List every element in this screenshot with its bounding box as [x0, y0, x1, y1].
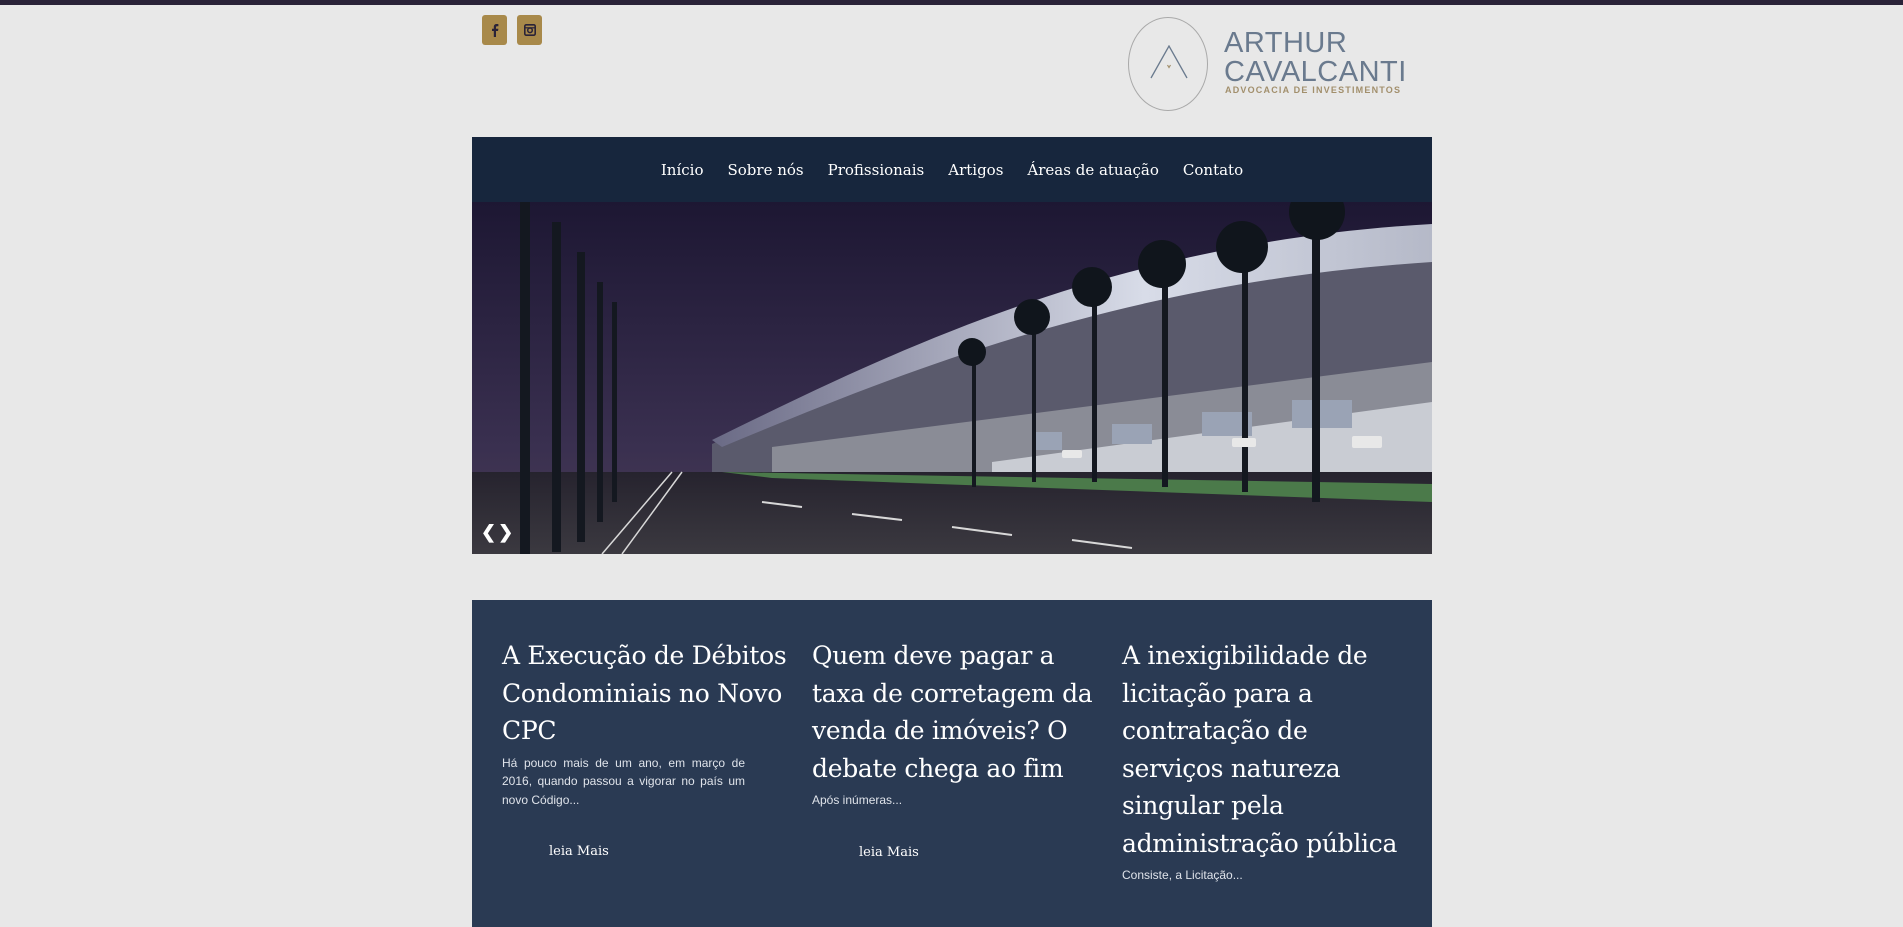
main-nav: Início Sobre nós Profissionais Artigos Á…	[472, 137, 1432, 202]
facebook-button[interactable]	[482, 15, 507, 45]
articles-section: A Execução de Débitos Condominiais no No…	[472, 600, 1432, 927]
hero-controls: ❮ ❯	[481, 523, 513, 541]
article-excerpt: Há pouco mais de um ano, em março de 201…	[502, 755, 745, 807]
nav-item-contato[interactable]: Contato	[1183, 161, 1243, 179]
site-header: ARTHUR CAVALCANTI ADVOCACIA DE INVESTIME…	[472, 0, 1432, 137]
hero-slider: ❮ ❯	[472, 202, 1432, 554]
read-more-link[interactable]: leia Mais	[549, 844, 609, 859]
logo-name: ARTHUR CAVALCANTI	[1224, 27, 1407, 88]
facebook-icon	[491, 23, 499, 37]
article-card: A inexigibilidade de licitação para a co…	[1122, 637, 1432, 927]
article-card: Quem deve pagar a taxa de corretagem da …	[812, 637, 1122, 927]
site-logo[interactable]: ARTHUR CAVALCANTI ADVOCACIA DE INVESTIME…	[1128, 17, 1418, 113]
nav-item-sobre-nos[interactable]: Sobre nós	[728, 161, 804, 179]
nav-item-profissionais[interactable]: Profissionais	[828, 161, 925, 179]
logo-emblem	[1128, 17, 1208, 111]
read-more-link[interactable]: leia Mais	[859, 845, 919, 860]
page-container: ARTHUR CAVALCANTI ADVOCACIA DE INVESTIME…	[472, 0, 1432, 927]
article-title[interactable]: A Execução de Débitos Condominiais no No…	[502, 637, 788, 750]
social-links	[482, 15, 542, 45]
nav-item-inicio[interactable]: Início	[661, 161, 704, 179]
slider-next-button[interactable]: ❯	[498, 523, 513, 541]
article-title[interactable]: Quem deve pagar a taxa de corretagem da …	[812, 637, 1098, 787]
slider-prev-button[interactable]: ❮	[481, 523, 496, 541]
article-excerpt: Consiste, a Licitação...	[1122, 868, 1243, 882]
hero-image	[472, 202, 1432, 554]
article-title[interactable]: A inexigibilidade de licitação para a co…	[1122, 637, 1408, 862]
nav-item-areas-de-atuacao[interactable]: Áreas de atuação	[1027, 161, 1158, 179]
article-excerpt: Após inúmeras...	[812, 793, 903, 807]
instagram-button[interactable]	[517, 15, 542, 45]
article-card: A Execução de Débitos Condominiais no No…	[502, 637, 812, 927]
logo-tagline: ADVOCACIA DE INVESTIMENTOS	[1225, 85, 1402, 95]
nav-item-artigos[interactable]: Artigos	[948, 161, 1003, 179]
instagram-icon	[523, 24, 536, 36]
